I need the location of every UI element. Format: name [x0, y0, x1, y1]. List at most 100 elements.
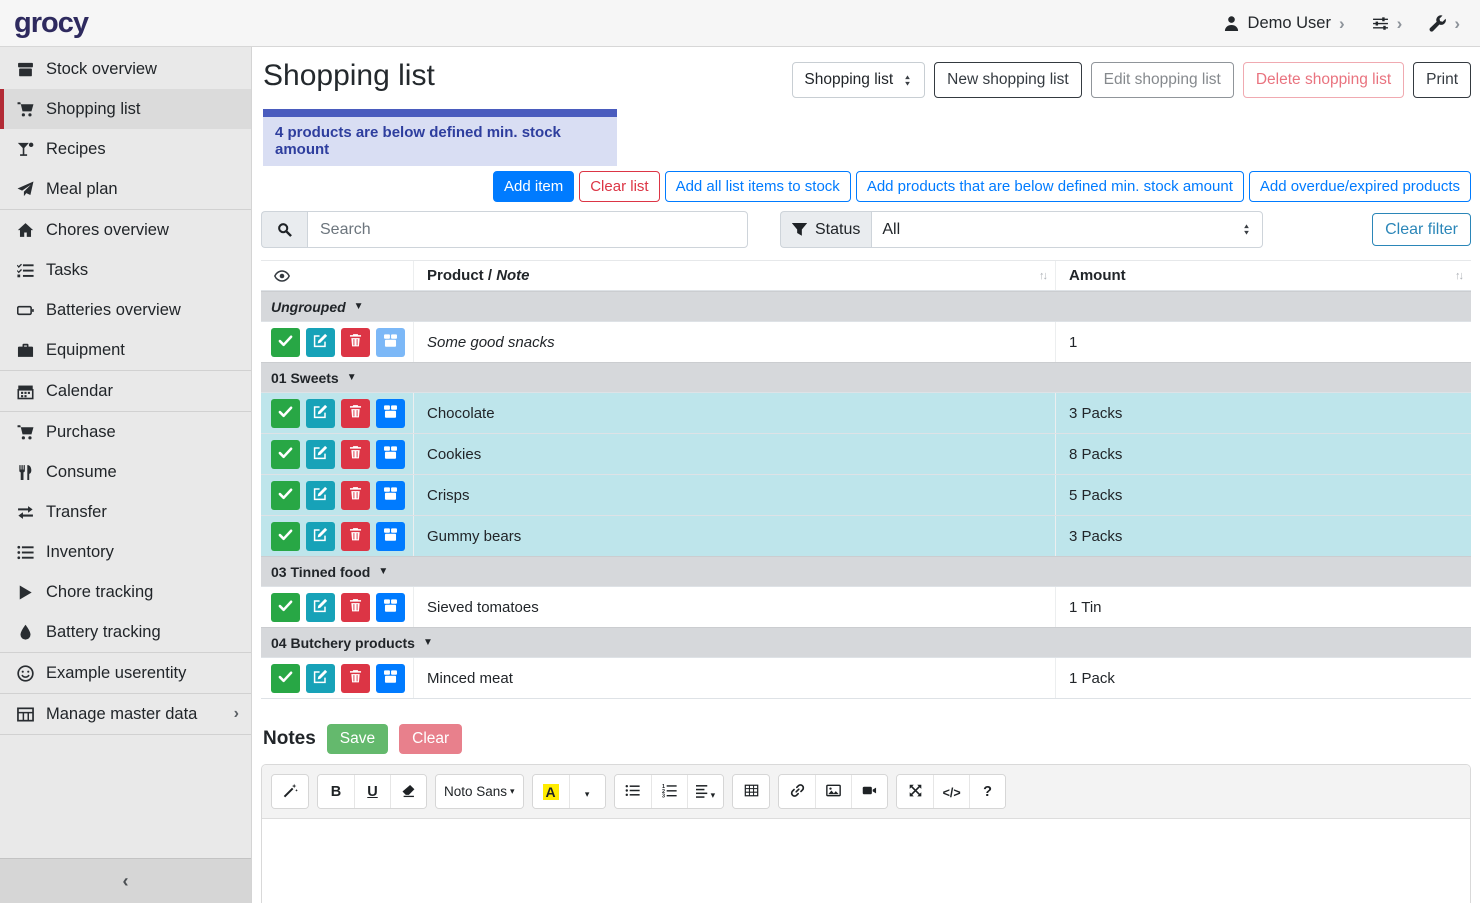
- group-header-row-04-butchery-products[interactable]: 04 Butchery products▼: [261, 627, 1471, 657]
- sidebar-item-purchase[interactable]: Purchase: [0, 412, 251, 452]
- done-check-button[interactable]: [271, 664, 300, 693]
- amount-header-label: Amount: [1069, 267, 1126, 284]
- done-check-button[interactable]: [271, 522, 300, 551]
- magic-wand-button[interactable]: [272, 775, 308, 808]
- group-header-row-03-tinned-food[interactable]: 03 Tinned food▼: [261, 556, 1471, 586]
- sidebar-item-equipment[interactable]: Equipment: [0, 330, 251, 370]
- sidebar-item-chore-tracking[interactable]: Chore tracking: [0, 572, 251, 612]
- done-check-button[interactable]: [271, 593, 300, 622]
- settings-menu[interactable]: ›: [1372, 15, 1403, 32]
- done-check-button[interactable]: [271, 481, 300, 510]
- table-grid-button[interactable]: [733, 775, 769, 808]
- sidebar-item-stock-overview[interactable]: Stock overview: [0, 49, 251, 89]
- new-shopping-list-button[interactable]: New shopping list: [934, 62, 1081, 98]
- group-header-row-01-sweets[interactable]: 01 Sweets▼: [261, 362, 1471, 392]
- eraser-button[interactable]: [390, 775, 426, 808]
- clear-filter-button[interactable]: Clear filter: [1372, 213, 1471, 246]
- done-check-button[interactable]: [271, 328, 300, 357]
- add-to-stock-box-button[interactable]: [376, 399, 405, 428]
- color-caret-button[interactable]: ▾: [569, 775, 605, 808]
- sidebar-item-transfer[interactable]: Transfer: [0, 492, 251, 532]
- print-button[interactable]: Print: [1413, 62, 1471, 98]
- delete-trash-button[interactable]: [341, 593, 370, 622]
- delete-shopping-list-button[interactable]: Delete shopping list: [1243, 62, 1404, 98]
- funnel-icon: [792, 222, 807, 237]
- sidebar-item-label: Equipment: [46, 341, 125, 360]
- sidebar-nav: Stock overviewShopping listRecipesMeal p…: [0, 47, 251, 858]
- edit-pencil-button[interactable]: [306, 664, 335, 693]
- edit-pencil-button[interactable]: [306, 481, 335, 510]
- column-visibility-eye-icon[interactable]: [261, 261, 413, 290]
- font-family-select[interactable]: Noto Sans▾: [436, 775, 523, 808]
- add-overdue-expired-button[interactable]: Add overdue/expired products: [1249, 171, 1471, 202]
- admin-menu[interactable]: ›: [1429, 15, 1460, 32]
- notes-save-button[interactable]: Save: [327, 724, 388, 754]
- search-input[interactable]: [307, 211, 748, 248]
- picture-button[interactable]: [815, 775, 851, 808]
- delete-trash-button[interactable]: [341, 399, 370, 428]
- delete-trash-button[interactable]: [341, 522, 370, 551]
- delete-trash-button[interactable]: [341, 440, 370, 469]
- delete-trash-button[interactable]: [341, 664, 370, 693]
- sidebar-item-calendar[interactable]: Calendar: [0, 371, 251, 411]
- add-item-button[interactable]: Add item: [493, 171, 574, 202]
- row-actions: [261, 399, 413, 428]
- add-all-items-to-stock-button[interactable]: Add all list items to stock: [665, 171, 851, 202]
- edit-pencil-button[interactable]: [306, 440, 335, 469]
- help-button[interactable]: ?: [969, 775, 1005, 808]
- delete-trash-icon: [348, 404, 363, 422]
- delete-trash-button[interactable]: [341, 481, 370, 510]
- unordered-list-button[interactable]: [615, 775, 651, 808]
- edit-pencil-button[interactable]: [306, 328, 335, 357]
- sidebar-item-chores-overview[interactable]: Chores overview: [0, 210, 251, 250]
- edit-shopping-list-button[interactable]: Edit shopping list: [1091, 62, 1234, 98]
- app-logo[interactable]: grocy: [14, 7, 88, 40]
- fullscreen-button[interactable]: [897, 775, 933, 808]
- edit-pencil-button[interactable]: [306, 399, 335, 428]
- shopping-list-row-chocolate: Chocolate3 Packs: [261, 392, 1471, 433]
- user-menu[interactable]: Demo User ›: [1223, 14, 1345, 33]
- group-header-row-ungrouped[interactable]: Ungrouped▼: [261, 291, 1471, 321]
- clear-list-button[interactable]: Clear list: [579, 171, 659, 202]
- sidebar-item-recipes[interactable]: Recipes: [0, 129, 251, 169]
- notes-editor-textarea[interactable]: [262, 819, 1470, 903]
- min-stock-alert[interactable]: 4 products are below defined min. stock …: [263, 109, 617, 166]
- sidebar-item-shopping-list[interactable]: Shopping list: [0, 89, 251, 129]
- add-to-stock-box-button[interactable]: [376, 664, 405, 693]
- sidebar-item-batteries-overview[interactable]: Batteries overview: [0, 290, 251, 330]
- bold-button[interactable]: B: [318, 775, 354, 808]
- status-filter-label: Status: [815, 221, 860, 239]
- done-check-button[interactable]: [271, 399, 300, 428]
- add-to-stock-box-button[interactable]: [376, 593, 405, 622]
- underline-button[interactable]: U: [354, 775, 390, 808]
- link-button[interactable]: [779, 775, 815, 808]
- product-column-header[interactable]: Product / Note ↑↓: [413, 261, 1055, 290]
- sidebar-item-inventory[interactable]: Inventory: [0, 532, 251, 572]
- add-to-stock-box-button[interactable]: [376, 440, 405, 469]
- edit-pencil-button[interactable]: [306, 522, 335, 551]
- sidebar-item-tasks[interactable]: Tasks: [0, 250, 251, 290]
- sidebar-item-battery-tracking[interactable]: Battery tracking: [0, 612, 251, 652]
- font-color-button[interactable]: A: [533, 775, 569, 808]
- sidebar-item-meal-plan[interactable]: Meal plan: [0, 169, 251, 209]
- delete-trash-button[interactable]: [341, 328, 370, 357]
- status-filter-select[interactable]: All: [871, 211, 1263, 248]
- done-check-button[interactable]: [271, 440, 300, 469]
- video-button[interactable]: [851, 775, 887, 808]
- sidebar-item-manage-master-data[interactable]: Manage master data›: [0, 694, 251, 734]
- paragraph-align-button[interactable]: ▾: [687, 775, 724, 808]
- add-below-min-stock-button[interactable]: Add products that are below defined min.…: [856, 171, 1244, 202]
- add-to-stock-box-button[interactable]: [376, 522, 405, 551]
- help-icon: ?: [983, 783, 992, 800]
- sidebar-collapse-button[interactable]: ‹: [0, 858, 251, 903]
- code-view-button[interactable]: </>: [933, 775, 969, 808]
- add-to-stock-box-button[interactable]: [376, 328, 405, 357]
- ordered-list-button[interactable]: 123: [651, 775, 687, 808]
- notes-clear-button[interactable]: Clear: [399, 724, 462, 754]
- edit-pencil-button[interactable]: [306, 593, 335, 622]
- add-to-stock-box-button[interactable]: [376, 481, 405, 510]
- sidebar-item-consume[interactable]: Consume: [0, 452, 251, 492]
- shopping-list-select[interactable]: Shopping list: [792, 62, 925, 98]
- sidebar-item-example-userentity[interactable]: Example userentity: [0, 653, 251, 693]
- amount-column-header[interactable]: Amount ↑↓: [1055, 261, 1471, 290]
